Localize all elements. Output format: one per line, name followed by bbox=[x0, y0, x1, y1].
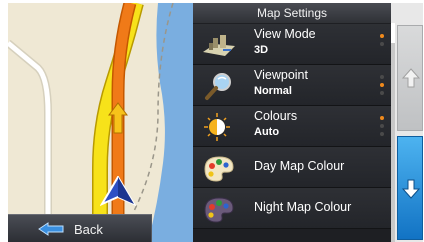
arrow-down-icon bbox=[402, 179, 420, 199]
viewpoint-option-dots bbox=[380, 75, 385, 99]
setting-night-map-colour[interactable]: Night Map Colour bbox=[193, 188, 391, 229]
day-map-colour-label: Day Map Colour bbox=[254, 159, 345, 173]
colours-option-dots bbox=[380, 116, 385, 140]
day-palette-icon bbox=[201, 153, 237, 183]
viewpoint-label: Viewpoint bbox=[254, 68, 308, 82]
arrow-up-icon bbox=[402, 68, 420, 88]
setting-day-map-colour[interactable]: Day Map Colour bbox=[193, 147, 391, 188]
setting-colours[interactable]: Colours Auto bbox=[193, 106, 391, 147]
back-label: Back bbox=[74, 221, 103, 237]
vehicle-position-icon bbox=[100, 176, 136, 206]
colours-value: Auto bbox=[254, 126, 280, 138]
colours-icon bbox=[201, 112, 237, 142]
colours-label: Colours bbox=[254, 109, 298, 123]
night-palette-icon bbox=[201, 194, 237, 224]
navigation-screen: Back Map Settings View Mode 3D Viewpoint… bbox=[8, 3, 423, 242]
panel-title: Map Settings bbox=[193, 3, 391, 23]
map-view[interactable]: Back bbox=[8, 3, 193, 242]
setting-view-mode[interactable]: View Mode 3D bbox=[193, 24, 391, 65]
night-map-colour-label: Night Map Colour bbox=[254, 200, 352, 214]
viewpoint-icon bbox=[201, 71, 237, 101]
scroll-column bbox=[391, 3, 423, 242]
view-mode-icon bbox=[201, 30, 237, 60]
back-arrow-icon bbox=[38, 222, 64, 236]
settings-list: View Mode 3D Viewpoint Normal Colours Au… bbox=[193, 24, 391, 229]
scrollbar-track[interactable] bbox=[391, 23, 395, 242]
view-mode-value: 3D bbox=[254, 44, 269, 56]
viewpoint-value: Normal bbox=[254, 85, 292, 97]
setting-viewpoint[interactable]: Viewpoint Normal bbox=[193, 65, 391, 106]
scroll-up-button[interactable] bbox=[397, 25, 423, 131]
scrollbar-thumb[interactable] bbox=[391, 23, 395, 43]
back-button[interactable]: Back bbox=[8, 214, 152, 242]
view-mode-option-dots bbox=[380, 34, 385, 50]
map-settings-panel: Map Settings View Mode 3D Viewpoint Norm… bbox=[193, 3, 391, 242]
view-mode-label: View Mode bbox=[254, 27, 316, 41]
scroll-down-button[interactable] bbox=[397, 136, 423, 240]
